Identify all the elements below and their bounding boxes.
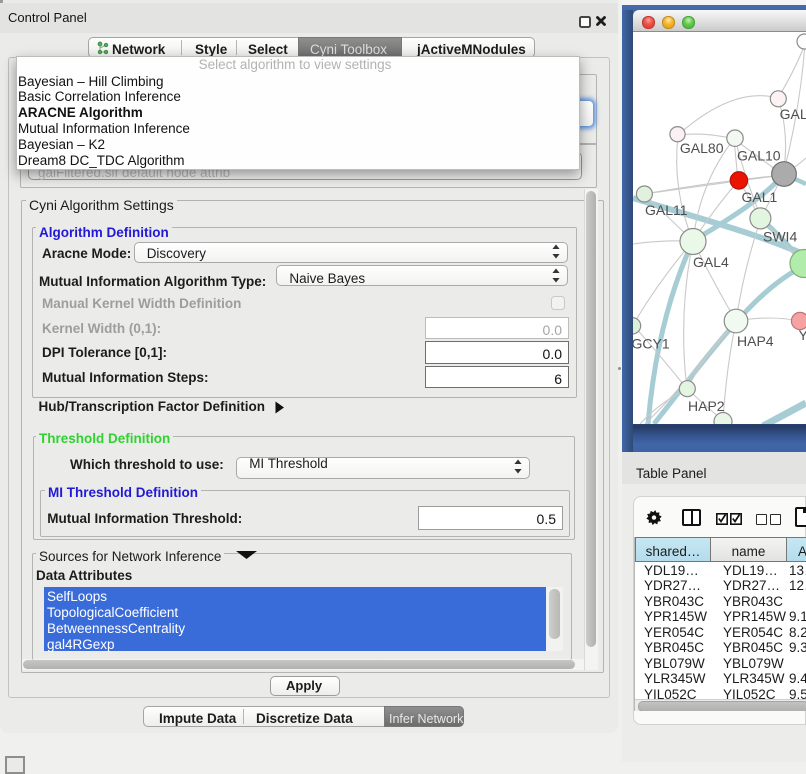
svg-text:GAL4: GAL4 [693, 254, 729, 270]
svg-text:Y: Y [799, 327, 806, 343]
svg-text:GAL2: GAL2 [780, 106, 806, 122]
svg-text:GAL1: GAL1 [742, 189, 778, 205]
svg-text:GAL10: GAL10 [737, 148, 781, 164]
svg-text:GCY1: GCY1 [633, 336, 670, 352]
svg-text:HAP4: HAP4 [737, 333, 774, 349]
svg-text:GAL80: GAL80 [680, 140, 724, 156]
svg-text:HAP2: HAP2 [688, 398, 725, 414]
svg-text:SWI4: SWI4 [763, 229, 797, 245]
svg-text:GAL11: GAL11 [645, 202, 688, 218]
